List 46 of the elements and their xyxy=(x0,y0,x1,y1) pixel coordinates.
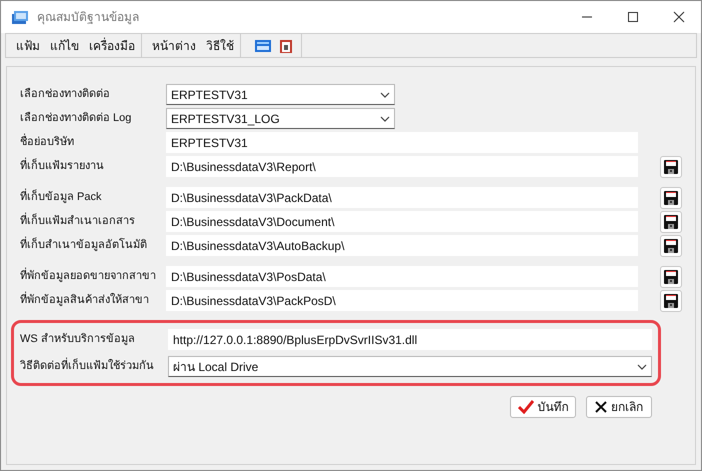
text-field[interactable]: D:\BusinessdataV3\PackPosD\ xyxy=(166,290,638,311)
save-button[interactable] xyxy=(660,186,682,208)
dropdown[interactable]: ERPTESTV31 xyxy=(166,84,395,105)
field-label: ที่พักข้อมูลยอดขายจากสาขา xyxy=(20,268,166,285)
checkmark-icon xyxy=(518,400,534,414)
save-button[interactable] xyxy=(660,234,682,256)
save-button[interactable] xyxy=(660,156,682,178)
text-field[interactable]: D:\BusinessdataV3\PosData\ xyxy=(166,266,638,287)
close-icon[interactable] xyxy=(673,11,685,23)
field-label: WS สำหรับบริการข้อมูล xyxy=(20,332,136,348)
field-label: ที่เก็บแฟ้มรายงาน xyxy=(20,158,166,175)
chevron-down-icon xyxy=(637,364,647,370)
field-label: เลือกช่องทางติดต่อ Log xyxy=(20,110,132,126)
field-label: ชื่อย่อบริษัท xyxy=(20,134,166,151)
text-field[interactable]: ERPTESTV31 xyxy=(166,132,638,153)
menu-item[interactable]: วิธีใช้ xyxy=(206,36,234,54)
menu-item[interactable]: หน้าต่าง xyxy=(152,36,196,54)
calculator-icon[interactable] xyxy=(255,40,271,52)
maximize-icon[interactable] xyxy=(627,11,639,23)
chevron-down-icon xyxy=(380,92,390,98)
dropdown[interactable]: ERPTESTV31_LOG xyxy=(166,108,395,129)
text-field[interactable]: D:\BusinessdataV3\Report\ xyxy=(166,156,638,177)
menu-item[interactable]: แก้ไข xyxy=(50,36,79,54)
app-icon xyxy=(11,9,29,25)
field-label: ที่เก็บแฟ้มสำเนาเอกสาร xyxy=(20,213,166,230)
field-label: ที่เก็บสำเนาข้อมูลอัตโนมัติ xyxy=(20,237,166,254)
menu-item[interactable]: เครื่องมือ xyxy=(89,36,135,54)
save-button[interactable]: บันทึก xyxy=(510,396,576,418)
menu-item[interactable]: แฟ้ม xyxy=(16,36,40,54)
save-button[interactable] xyxy=(660,210,682,232)
text-field[interactable]: http://127.0.0.1:8890/BplusErpDvSvrIISv31.dll xyxy=(168,329,652,350)
chevron-down-icon xyxy=(380,116,390,122)
calendar-icon[interactable] xyxy=(279,38,293,54)
cancel-button[interactable]: ยกเลิก xyxy=(586,396,652,418)
field-label: ที่พักข้อมูลสินค้าส่งให้สาขา xyxy=(20,292,166,309)
close-icon xyxy=(595,401,607,413)
save-button[interactable] xyxy=(660,266,682,288)
window-title: คุณสมบัติฐานข้อมูล xyxy=(37,9,139,26)
dropdown[interactable]: ผ่าน Local Drive xyxy=(168,356,652,377)
text-field[interactable]: D:\BusinessdataV3\Document\ xyxy=(166,211,638,232)
text-field[interactable]: D:\BusinessdataV3\AutoBackup\ xyxy=(166,235,638,256)
save-button[interactable] xyxy=(660,290,682,312)
field-label: วิธีติดต่อที่เก็บแฟ้มใช้ร่วมกัน xyxy=(20,358,168,375)
field-label: เลือกช่องทางติดต่อ xyxy=(20,86,111,102)
field-label: ที่เก็บข้อมูล Pack xyxy=(20,189,166,206)
text-field[interactable]: D:\BusinessdataV3\PackData\ xyxy=(166,187,638,208)
